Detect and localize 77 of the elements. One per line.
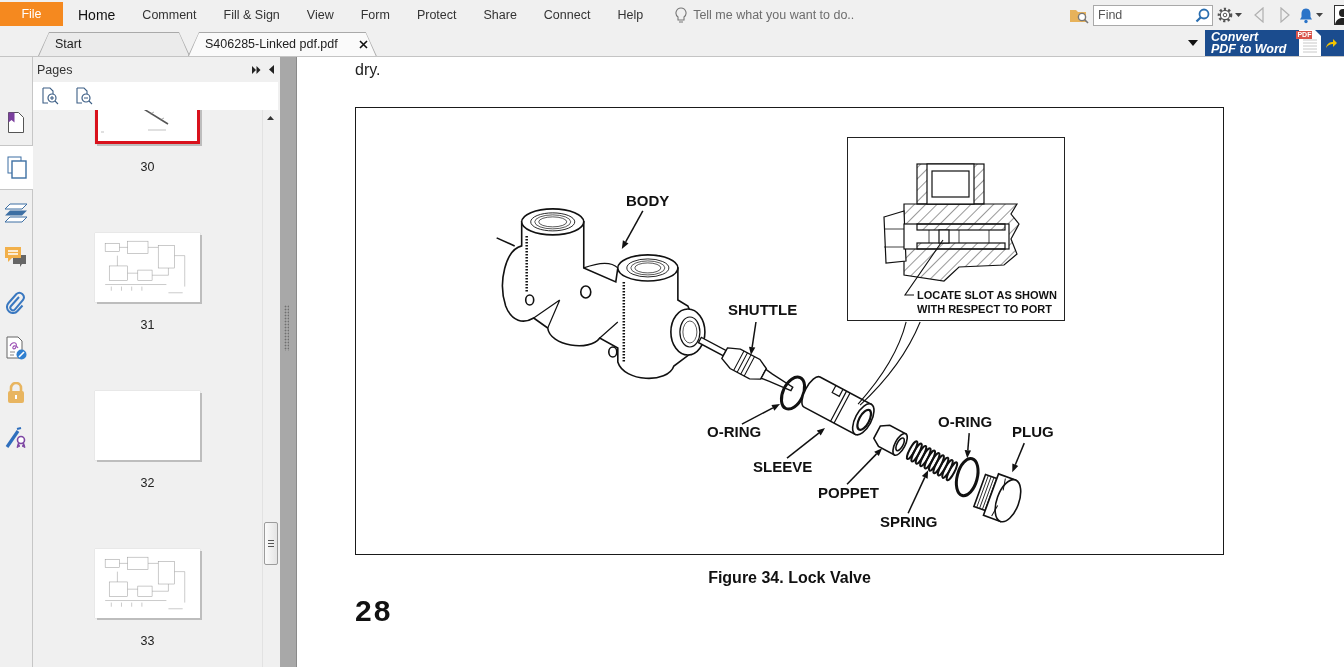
layers-icon bbox=[4, 202, 28, 223]
o-ring bbox=[954, 457, 980, 498]
ribbon-tab[interactable]: Connect bbox=[543, 3, 591, 27]
close-icon[interactable] bbox=[358, 39, 368, 49]
bookmark-icon bbox=[7, 111, 25, 134]
page-number: 31 bbox=[140, 318, 155, 332]
find-field[interactable]: Find bbox=[1093, 4, 1213, 26]
zoom-out-icon[interactable] bbox=[76, 87, 93, 105]
poppet bbox=[872, 424, 909, 457]
collapse-panel-button[interactable] bbox=[269, 65, 274, 74]
left-triangle-icon bbox=[1254, 7, 1264, 23]
leader-arrow bbox=[621, 210, 644, 249]
inset-note: LOCATE SLOT AS SHOWN WITH RESPECT TO PORT bbox=[917, 288, 1058, 316]
expand-panel-button[interactable] bbox=[252, 65, 261, 74]
caret-down-icon bbox=[1235, 13, 1242, 17]
part-label: PLUG bbox=[1012, 424, 1054, 439]
zoom-in-icon[interactable] bbox=[42, 87, 59, 105]
part-label: O-RING bbox=[707, 424, 762, 439]
left-arrow-icon bbox=[269, 65, 274, 74]
part-label: O-RING bbox=[938, 414, 993, 429]
bell-icon bbox=[1298, 6, 1314, 24]
part-label: BODY bbox=[626, 193, 670, 208]
caret-down-icon bbox=[1316, 13, 1323, 17]
gear-icon bbox=[1217, 7, 1233, 23]
ribbon-tab[interactable]: Home bbox=[78, 3, 116, 27]
search-icon[interactable] bbox=[1195, 7, 1210, 23]
grip-lines-icon bbox=[267, 540, 274, 547]
part-label: SLEEVE bbox=[753, 459, 813, 474]
figure-caption: Figure 34. Lock Valve bbox=[708, 569, 871, 587]
ribbon-tab[interactable]: Protect bbox=[416, 3, 457, 27]
ribbon-tab[interactable]: Comment bbox=[142, 3, 197, 27]
ribbon-tab[interactable]: Share bbox=[483, 3, 517, 27]
up-arrow-icon bbox=[267, 116, 274, 120]
ribbon-tab[interactable]: Fill & Sign bbox=[223, 3, 280, 27]
arrow-icon bbox=[1325, 37, 1338, 49]
lightbulb-icon bbox=[675, 6, 688, 24]
body-text: dry. bbox=[355, 61, 381, 79]
comment-icon bbox=[5, 247, 27, 268]
part-label: SHUTTLE bbox=[728, 302, 798, 317]
grip-icon bbox=[284, 305, 289, 351]
leader-arrow bbox=[786, 428, 826, 459]
page-number: 32 bbox=[140, 476, 155, 490]
leader-arrow bbox=[749, 321, 757, 356]
ribbon-tab[interactable]: Form bbox=[360, 3, 390, 27]
tell-me-field[interactable]: Tell me what you want to do.. bbox=[693, 8, 934, 22]
lock-icon bbox=[7, 381, 25, 404]
user-avatar-icon[interactable] bbox=[1334, 5, 1344, 25]
page-number: 30 bbox=[140, 160, 155, 174]
o-ring bbox=[779, 375, 807, 411]
pen-award-icon bbox=[5, 426, 27, 449]
part-label: SPRING bbox=[880, 514, 938, 529]
double-arrow-icon bbox=[252, 65, 261, 74]
plug bbox=[972, 472, 1022, 523]
page-number: 33 bbox=[140, 634, 155, 648]
signature-icon bbox=[5, 335, 27, 360]
leader-arrow bbox=[846, 448, 883, 485]
scroll-thumb[interactable] bbox=[263, 522, 278, 565]
ribbon-tab[interactable]: Help bbox=[617, 3, 644, 27]
page-thumbnail[interactable] bbox=[95, 391, 200, 460]
scrollbar[interactable] bbox=[262, 110, 278, 667]
leader-arrow bbox=[1012, 442, 1025, 473]
part-label: POPPET bbox=[818, 485, 879, 500]
settings-button[interactable] bbox=[1217, 7, 1245, 23]
notifications-button[interactable] bbox=[1298, 6, 1325, 24]
panel-title: Pages bbox=[37, 62, 73, 77]
caret-down-icon[interactable] bbox=[1188, 40, 1198, 46]
paperclip-icon bbox=[6, 291, 26, 314]
document-tab[interactable]: Start bbox=[38, 32, 190, 56]
leader-arrow bbox=[964, 432, 972, 459]
leader-arrow bbox=[741, 404, 780, 425]
right-triangle-icon bbox=[1280, 7, 1290, 23]
ribbon-tab[interactable]: View bbox=[306, 3, 334, 27]
document-tab[interactable]: S406285-Linked pdf.pdf bbox=[188, 32, 377, 56]
spring bbox=[905, 440, 959, 482]
pages-icon bbox=[6, 156, 27, 179]
leader-arrow bbox=[907, 470, 929, 514]
page-number-text: 28 bbox=[355, 595, 393, 627]
